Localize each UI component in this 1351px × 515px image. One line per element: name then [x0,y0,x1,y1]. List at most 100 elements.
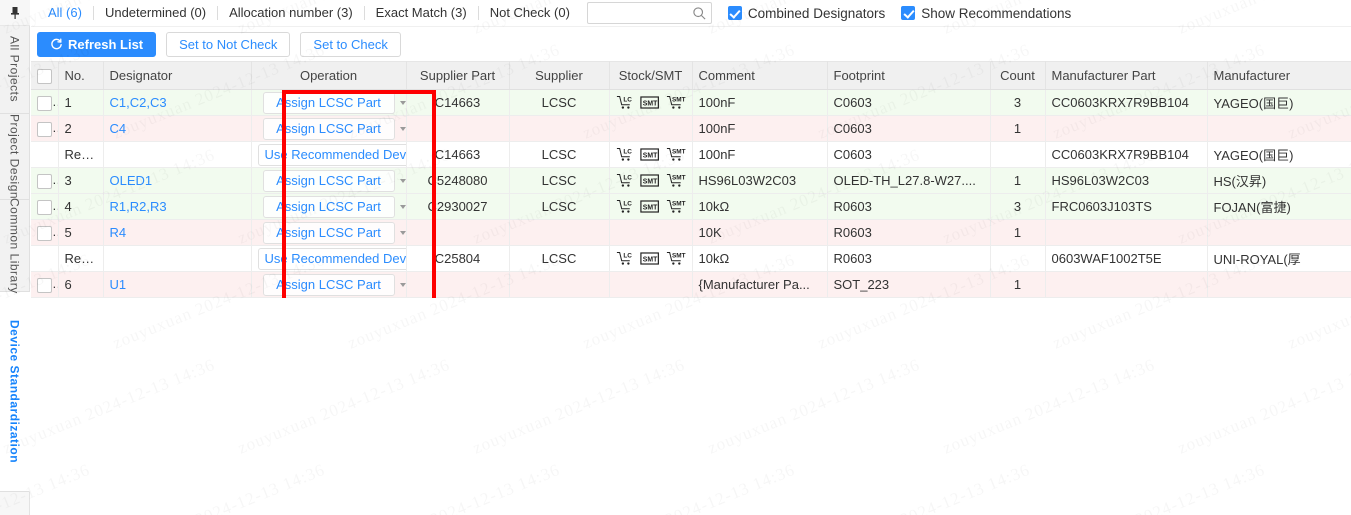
cell-supplier-part[interactable] [406,271,510,298]
cell-supplier-part[interactable]: C14663 [406,89,510,116]
header-supplier-part[interactable]: Supplier Part [406,61,510,90]
rail-tab-device-standardization[interactable]: Device Standardization [0,292,30,492]
operation-button[interactable]: Assign LCSC Part [262,91,405,114]
cart-smt-icon[interactable]: SMT [666,250,686,267]
header-manufacturer-part[interactable]: Manufacturer Part [1045,61,1208,90]
checkbox-combined-designators[interactable]: Combined Designators [727,6,885,21]
header-footprint[interactable]: Footprint [827,61,991,90]
cell-stock-smt[interactable]: LC SMT SMT [609,167,693,194]
smt-box-icon[interactable]: SMT [640,147,659,162]
set-to-check-button[interactable]: Set to Check [300,31,401,57]
operation-button[interactable]: Use Recommended Device [257,143,405,166]
cell-designator[interactable]: C4 [103,115,252,142]
cart-smt-icon[interactable]: SMT [666,172,686,189]
cell-operation[interactable]: Use Recommended Device [251,245,407,272]
checkbox-combined-designators-box[interactable] [727,6,742,20]
chevron-down-icon[interactable] [399,178,405,183]
designator-link[interactable]: C4 [110,121,127,136]
row-checkbox[interactable] [37,121,52,137]
chevron-down-icon[interactable] [399,230,405,235]
smt-box-icon[interactable]: SMT [640,95,659,110]
operation-button[interactable]: Assign LCSC Part [262,221,405,244]
cell-stock-smt[interactable]: LC SMT SMT [609,141,693,168]
checkbox-show-recommendations-box[interactable] [901,6,916,20]
cell-designator[interactable] [103,141,252,168]
designator-link[interactable]: C1,C2,C3 [110,95,167,110]
cell-supplier-part[interactable] [406,115,510,142]
header-operation[interactable]: Operation [251,61,407,90]
cell-supplier-part[interactable]: C14663 [406,141,510,168]
header-select-all[interactable] [31,61,59,90]
row-checkbox[interactable] [37,173,52,189]
filter-tab-1[interactable]: Undetermined (0) [94,6,219,20]
cart-lc-icon[interactable]: LC [616,198,633,215]
filter-tab-2[interactable]: Allocation number (3) [218,6,365,20]
checkbox-show-recommendations[interactable]: Show Recommendations [901,6,1071,21]
refresh-list-button[interactable]: Refresh List [37,31,157,57]
designator-link[interactable]: OLED1 [110,173,153,188]
row-checkbox[interactable] [37,95,52,111]
row-checkbox[interactable] [37,225,52,241]
table-row[interactable]: Rec... Use Recommended DeviceC25804LCSC LC… [31,245,1351,272]
operation-button[interactable]: Assign LCSC Part [262,169,405,192]
designator-link[interactable]: R4 [110,225,127,240]
operation-button[interactable]: Assign LCSC Part [262,195,405,218]
cell-stock-smt[interactable]: LC SMT SMT [609,89,693,116]
table-row[interactable]: 4 R1,R2,R3 Assign LCSC Part C2930027 LCSC LC S… [31,193,1351,220]
header-count[interactable]: Count [990,61,1046,90]
header-manufacturer[interactable]: Manufacturer [1207,61,1351,90]
filter-tab-4[interactable]: Not Check (0) [479,6,581,20]
cart-smt-icon[interactable]: SMT [666,94,686,111]
chevron-down-icon[interactable] [399,282,405,287]
cell-operation[interactable]: Assign LCSC Part [251,219,407,246]
table-row[interactable]: 1 C1,C2,C3 Assign LCSC Part C14663 LCSC LC SMT… [31,89,1351,116]
cell-designator[interactable] [103,245,252,272]
header-supplier[interactable]: Supplier [509,61,610,90]
cell-designator[interactable]: R1,R2,R3 [103,193,252,220]
cell-operation[interactable]: Assign LCSC Part [251,115,407,142]
cell-supplier-part[interactable]: C5248080 [406,167,510,194]
rail-tab-common-library[interactable]: Common Library [0,198,30,293]
header-comment[interactable]: Comment [692,61,828,90]
cart-lc-icon[interactable]: LC [616,172,633,189]
search-icon[interactable] [692,6,707,21]
rail-tab-project-design[interactable]: Project Design [0,114,30,200]
cart-lc-icon[interactable]: LC [616,94,633,111]
filter-tab-0[interactable]: All (6) [37,6,94,20]
row-checkbox-cell[interactable] [31,219,59,246]
cell-designator[interactable]: C1,C2,C3 [103,89,252,116]
operation-button[interactable]: Use Recommended Device [257,247,405,270]
cart-smt-icon[interactable]: SMT [666,146,686,163]
cell-designator[interactable]: R4 [103,219,252,246]
row-checkbox-cell[interactable] [31,167,59,194]
chevron-down-icon[interactable] [399,100,405,105]
cell-stock-smt[interactable]: LC SMT SMT [609,245,693,272]
search-box[interactable] [586,2,712,24]
cell-operation[interactable]: Assign LCSC Part [251,89,407,116]
cell-operation[interactable]: Use Recommended Device [251,141,407,168]
rail-tab-all-projects[interactable]: All Projects [0,26,30,114]
designator-link[interactable]: R1,R2,R3 [110,199,167,214]
cell-stock-smt[interactable]: LC SMT SMT [609,193,693,220]
chevron-down-icon[interactable] [399,126,405,131]
table-row[interactable]: 2 C4 Assign LCSC Part 100nF C0603 1 [31,115,1351,142]
operation-button[interactable]: Assign LCSC Part [262,117,405,140]
row-checkbox-cell[interactable] [31,89,59,116]
filter-tab-3[interactable]: Exact Match (3) [365,6,479,20]
smt-box-icon[interactable]: SMT [640,173,659,188]
row-checkbox-cell[interactable] [31,271,59,298]
set-to-not-check-button[interactable]: Set to Not Check [166,31,291,57]
row-checkbox-cell[interactable] [31,115,59,142]
pin-icon[interactable] [0,0,30,26]
table-row[interactable]: 5 R4 Assign LCSC Part 10K R0603 1 [31,219,1351,246]
select-all-checkbox[interactable] [37,68,52,84]
cart-smt-icon[interactable]: SMT [666,198,686,215]
cell-operation[interactable]: Assign LCSC Part [251,193,407,220]
header-no[interactable]: No. [58,61,104,90]
cart-lc-icon[interactable]: LC [616,146,633,163]
cell-operation[interactable]: Assign LCSC Part [251,271,407,298]
cell-designator[interactable]: U1 [103,271,252,298]
cell-supplier-part[interactable]: C2930027 [406,193,510,220]
header-stock-smt[interactable]: Stock/SMT [609,61,693,90]
table-row[interactable]: Rec... Use Recommended DeviceC14663LCSC LC… [31,141,1351,168]
